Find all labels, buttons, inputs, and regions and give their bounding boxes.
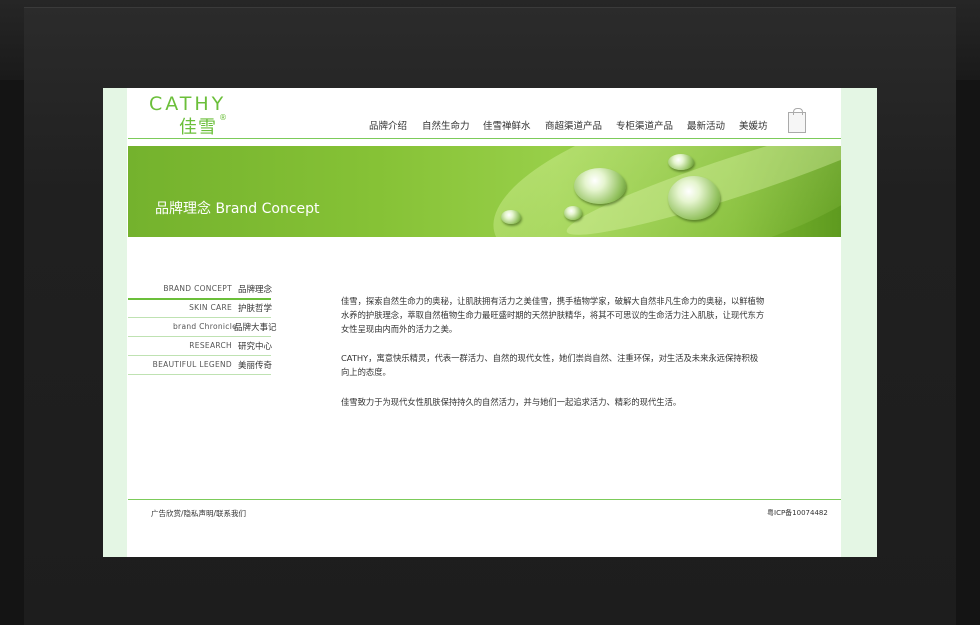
sidebar-item-underline bbox=[128, 317, 271, 318]
page-container: CATHY 佳雪 ® 品牌介绍 自然生命力 佳雪禅鲜水 商超渠道产品 专柜渠道产… bbox=[103, 88, 877, 557]
sidebar-item-label-en: RESEARCH bbox=[189, 341, 232, 350]
sidebar-item-underline bbox=[128, 298, 271, 300]
content-paragraph: 佳雪致力于为现代女性肌肤保持持久的自然活力，并与她们一起追求活力、精彩的现代生活… bbox=[341, 397, 682, 407]
sidebar-item-label-zh: 品牌大事记 bbox=[234, 323, 277, 333]
water-drop bbox=[574, 168, 626, 204]
sidebar-item-underline bbox=[128, 374, 271, 375]
nav-brand-intro[interactable]: 品牌介绍 bbox=[369, 118, 407, 132]
sidebar-item-underline bbox=[128, 355, 271, 356]
sidebar-item-beautiful-legend[interactable]: BEAUTIFUL LEGEND 美丽传奇 bbox=[128, 358, 273, 375]
nav-beauty-shop[interactable]: 美媛坊 bbox=[739, 118, 768, 132]
registered-mark: ® bbox=[219, 113, 227, 122]
logo-chinese: 佳雪 bbox=[179, 117, 217, 138]
sidebar-item-label-zh: 美丽传奇 bbox=[238, 361, 273, 371]
logo-wordmark: CATHY bbox=[149, 93, 227, 115]
sidebar-item-brand-concept[interactable]: BRAND CONCEPT 品牌理念 bbox=[128, 282, 273, 300]
sidebar-item-label-zh: 品牌理念 bbox=[238, 285, 273, 295]
right-green-strip bbox=[841, 88, 877, 557]
water-drop bbox=[564, 206, 582, 220]
banner-title-en: Brand Concept bbox=[215, 201, 320, 217]
sidebar-item-label-en: BRAND CONCEPT bbox=[163, 284, 232, 293]
nav-zen-water[interactable]: 佳雪禅鲜水 bbox=[483, 118, 531, 132]
sidebar-item-underline bbox=[128, 336, 271, 337]
sidebar-item-skin-care[interactable]: SKIN CARE 护肤哲学 bbox=[128, 301, 273, 318]
content-paragraph: CATHY，寓意快乐精灵，代表一群活力、自然的现代女性，她们崇尚自然、注重环保，… bbox=[341, 353, 759, 377]
water-drop bbox=[668, 176, 720, 220]
nav-natural-vitality[interactable]: 自然生命力 bbox=[422, 118, 470, 132]
sidebar-item-brand-chronicle[interactable]: brand Chronicle 品牌大事记 bbox=[128, 320, 277, 337]
sidebar-item-label-zh: 研究中心 bbox=[238, 342, 273, 352]
icp-number: 粤ICP备10074482 bbox=[767, 509, 828, 517]
brand-banner: 品牌理念 Brand Concept bbox=[128, 146, 841, 237]
shopping-bag-icon[interactable] bbox=[788, 108, 806, 133]
water-drop bbox=[668, 154, 694, 170]
sidebar-item-label-en: BEAUTIFUL LEGEND bbox=[152, 360, 232, 369]
sidebar-item-label-en: SKIN CARE bbox=[189, 303, 232, 312]
nav-supermarket-products[interactable]: 商超渠道产品 bbox=[545, 118, 602, 132]
footer-divider bbox=[128, 499, 841, 500]
footer-links[interactable]: 广告欣赏/隐私声明/联系我们 bbox=[151, 508, 246, 519]
header-divider bbox=[128, 138, 841, 139]
banner-title-zh: 品牌理念 bbox=[155, 201, 211, 217]
content-paragraph: 佳雪，探索自然生命力的奥秘，让肌肤拥有活力之美佳雪，携手植物学家，破解大自然非凡… bbox=[341, 296, 765, 334]
banner-title: 品牌理念 Brand Concept bbox=[155, 198, 320, 218]
sidebar-item-label-en: brand Chronicle bbox=[173, 322, 237, 331]
nav-counter-products[interactable]: 专柜渠道产品 bbox=[616, 118, 673, 132]
left-green-strip bbox=[103, 88, 127, 557]
water-drop bbox=[501, 210, 521, 224]
sidebar-item-research[interactable]: RESEARCH 研究中心 bbox=[128, 339, 273, 356]
sidebar-item-label-zh: 护肤哲学 bbox=[238, 304, 273, 314]
nav-latest-events[interactable]: 最新活动 bbox=[687, 118, 725, 132]
cathy-logo[interactable]: CATHY 佳雪 ® bbox=[149, 93, 259, 138]
